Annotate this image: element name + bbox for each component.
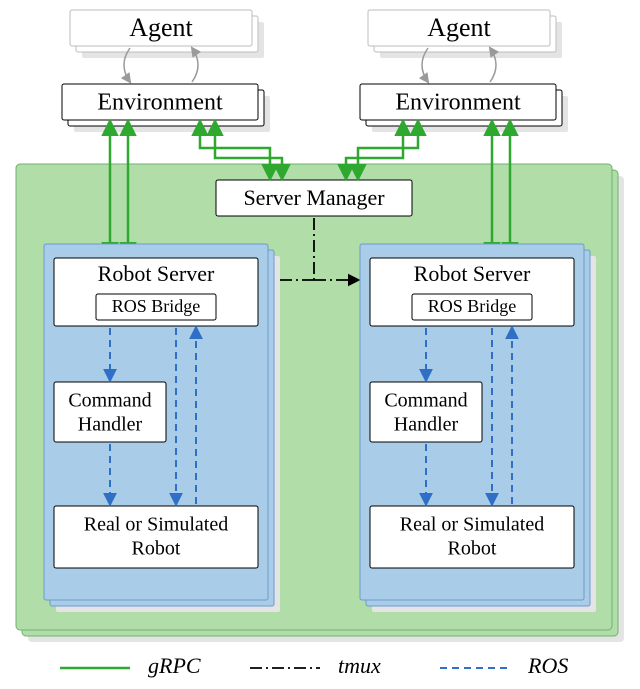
- agent-left-label: Agent: [129, 13, 193, 42]
- cmd-handler-right-l2: Handler: [394, 414, 459, 436]
- env-right-label: Environment: [395, 90, 521, 116]
- cmd-handler-left-box: Command Handler: [54, 382, 166, 442]
- robot-right-l1: Real or Simulated: [400, 514, 544, 536]
- server-manager-label: Server Manager: [243, 185, 385, 210]
- robot-right-box: Real or Simulated Robot: [370, 506, 574, 568]
- robot-right-l2: Robot: [448, 538, 497, 560]
- legend-grpc-label: gRPC: [148, 653, 201, 678]
- env-left-stack: Environment: [62, 84, 270, 132]
- robot-left-l2: Robot: [132, 538, 181, 560]
- env-right-stack: Environment: [360, 84, 568, 132]
- robot-left-box: Real or Simulated Robot: [54, 506, 258, 568]
- server-manager-box: Server Manager: [216, 180, 412, 216]
- robot-server-left-box: Robot Server ROS Bridge: [54, 258, 258, 326]
- ros-bridge-left-label: ROS Bridge: [112, 296, 201, 316]
- cmd-handler-right-l1: Command: [384, 390, 467, 412]
- cmd-handler-right-box: Command Handler: [370, 382, 482, 442]
- legend-ros-label: ROS: [527, 653, 568, 678]
- cmd-handler-left-l2: Handler: [78, 414, 143, 436]
- robot-server-left-label: Robot Server: [98, 261, 215, 286]
- ros-bridge-right-label: ROS Bridge: [428, 296, 517, 316]
- env-left-label: Environment: [97, 90, 223, 116]
- agent-right-label: Agent: [427, 13, 491, 42]
- robot-server-right-box: Robot Server ROS Bridge: [370, 258, 574, 326]
- agent-left-stack: Agent: [70, 10, 264, 58]
- legend-tmux-label: tmux: [338, 653, 381, 678]
- robot-left-l1: Real or Simulated: [84, 514, 228, 536]
- legend: gRPC tmux ROS: [60, 653, 568, 678]
- robot-server-right-label: Robot Server: [414, 261, 531, 286]
- agent-right-stack: Agent: [368, 10, 562, 58]
- cmd-handler-left-l1: Command: [68, 390, 151, 412]
